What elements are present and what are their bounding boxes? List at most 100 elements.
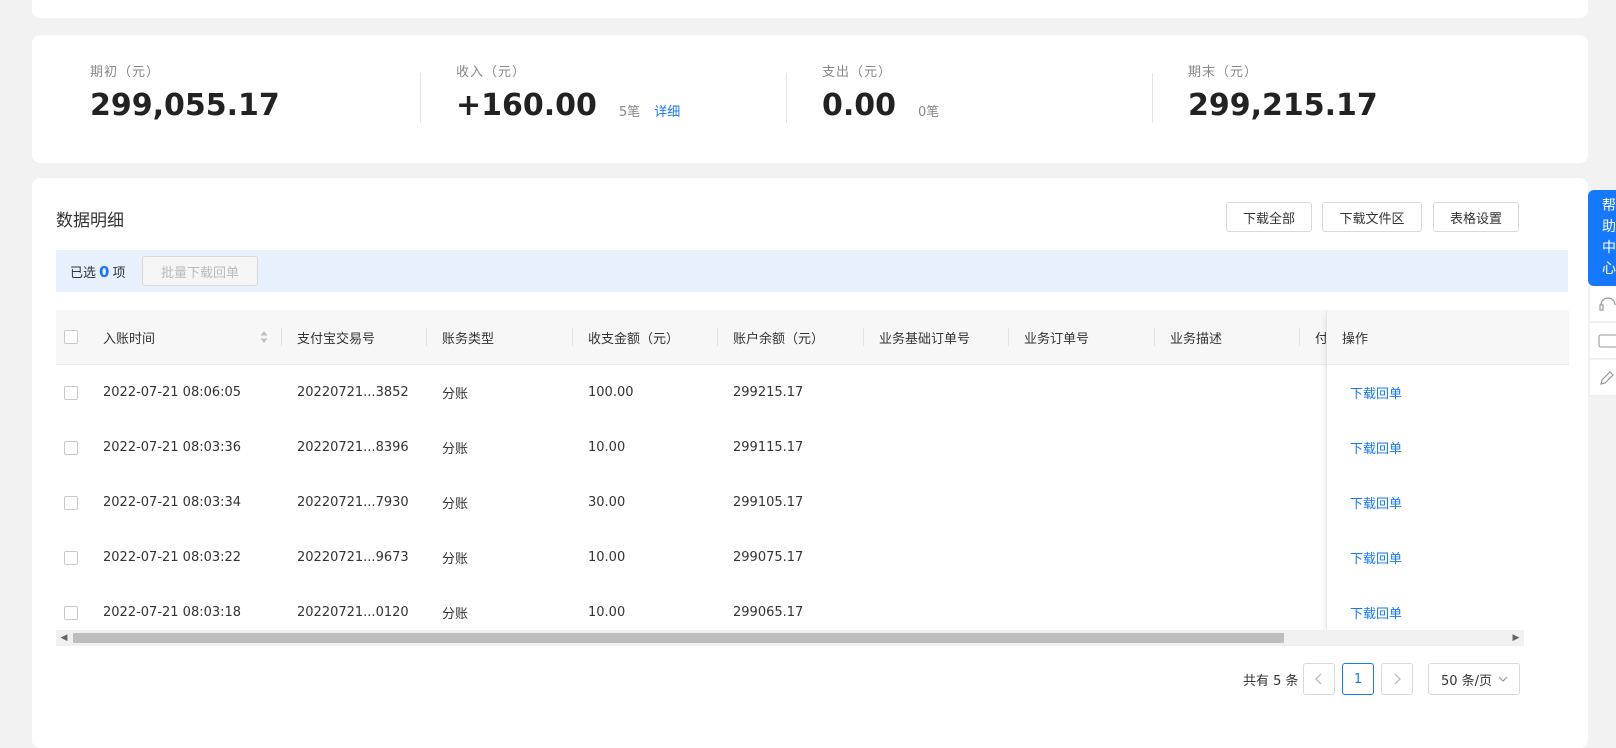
row-checkbox[interactable] — [64, 420, 78, 475]
help-center-char: 帮 — [1602, 198, 1616, 214]
sort-icon[interactable] — [260, 330, 268, 344]
download-receipt-link[interactable]: 下载回单 — [1350, 365, 1402, 420]
cell-time: 2022-07-21 08:06:05 — [103, 385, 242, 400]
cell-trade-no: 20220721...3852 — [297, 385, 409, 400]
stat-opening-label: 期初（元） — [90, 65, 161, 80]
column-separator[interactable] — [572, 328, 573, 346]
action-cell: 下载回单 — [1327, 365, 1569, 421]
column-separator[interactable] — [426, 328, 427, 346]
col-header-action: 操作 — [1342, 331, 1369, 347]
help-center-char: 中 — [1602, 240, 1616, 256]
select-all-checkbox[interactable] — [64, 310, 78, 364]
stat-divider — [786, 73, 787, 123]
column-separator[interactable] — [281, 328, 282, 346]
stat-income-value: +160.00 — [456, 88, 597, 123]
col-header-truncated: 付 — [1315, 331, 1326, 347]
cell-amount: 30.00 — [588, 495, 626, 510]
help-center-char: 助 — [1602, 219, 1616, 235]
fixed-action-column: 操作 下载回单 下载回单 下载回单 下载回单 下载回单 — [1326, 310, 1569, 640]
cell-trade-no: 20220721...7930 — [297, 495, 409, 510]
chevron-right-icon — [1394, 673, 1401, 685]
cell-amount: 10.00 — [588, 550, 626, 565]
download-files-button[interactable]: 下载文件区 — [1322, 202, 1422, 232]
row-checkbox[interactable] — [64, 365, 78, 420]
stat-divider — [420, 73, 421, 123]
cell-type: 分账 — [442, 387, 469, 402]
col-header-amount: 收支金额（元） — [588, 331, 680, 347]
col-header-time[interactable]: 入账时间 — [103, 310, 155, 364]
cell-type: 分账 — [442, 552, 469, 567]
scrollbar-thumb[interactable] — [73, 633, 1284, 643]
stat-closing-label: 期末（元） — [1188, 65, 1259, 80]
detail-card: 数据明细 下载全部 下载文件区 表格设置 已选 0 项 批量下载回单 入账时间 支付… — [32, 178, 1588, 748]
selection-text: 已选 0 项 — [70, 262, 125, 281]
pagination-total: 共有 5 条 — [1243, 674, 1299, 689]
section-title: 数据明细 — [56, 211, 124, 231]
next-page-button[interactable] — [1381, 663, 1413, 695]
download-all-button[interactable]: 下载全部 — [1226, 202, 1312, 232]
page-size-select[interactable]: 50 条/页 — [1428, 663, 1520, 695]
new-feature-button[interactable] — [1590, 323, 1616, 359]
download-receipt-link[interactable]: 下载回单 — [1350, 530, 1402, 585]
page-size-value: 50 条/页 — [1441, 673, 1493, 689]
headset-icon — [1599, 296, 1616, 311]
column-separator[interactable] — [1008, 328, 1009, 346]
stat-expense-value: 0.00 — [822, 88, 897, 123]
top-card — [32, 0, 1588, 18]
cell-amount: 100.00 — [588, 385, 634, 400]
cell-type: 分账 — [442, 497, 469, 512]
help-center-tab[interactable]: 帮 助 中 心 — [1588, 190, 1616, 286]
stat-opening: 期初（元） 299,055.17 — [90, 61, 280, 124]
cell-time: 2022-07-21 08:03:36 — [103, 440, 242, 455]
col-header-balance: 账户余额（元） — [733, 331, 825, 347]
cell-trade-no: 20220721...9673 — [297, 550, 409, 565]
col-header-type: 账务类型 — [442, 331, 495, 347]
cell-time: 2022-07-21 08:03:34 — [103, 495, 242, 510]
cell-balance: 299215.17 — [733, 385, 804, 400]
chevron-down-icon — [1498, 676, 1508, 682]
stat-closing: 期末（元） 299,215.17 — [1188, 61, 1378, 124]
column-separator[interactable] — [1299, 328, 1300, 346]
column-separator[interactable] — [717, 328, 718, 346]
help-center-char: 心 — [1602, 261, 1616, 277]
stat-opening-value: 299,055.17 — [90, 88, 280, 123]
income-detail-link[interactable]: 详细 — [654, 101, 680, 120]
stat-expense-label: 支出（元） — [822, 65, 893, 80]
download-receipt-link[interactable]: 下载回单 — [1350, 420, 1402, 475]
scroll-left-arrow-icon[interactable]: ◀ — [58, 630, 70, 646]
cell-time: 2022-07-21 08:03:22 — [103, 550, 242, 565]
prev-page-button[interactable] — [1303, 663, 1335, 695]
cell-balance: 299075.17 — [733, 550, 804, 565]
action-header-cell: 操作 — [1327, 310, 1569, 365]
scroll-right-arrow-icon[interactable]: ▶ — [1510, 630, 1522, 646]
new-badge-icon — [1598, 333, 1616, 348]
action-cell: 下载回单 — [1327, 530, 1569, 586]
stat-expense-count: 0笔 — [918, 105, 940, 120]
row-checkbox[interactable] — [64, 530, 78, 585]
col-header-description: 业务描述 — [1170, 331, 1223, 347]
row-checkbox[interactable] — [64, 475, 78, 530]
stat-divider — [1152, 73, 1153, 123]
cell-type: 分账 — [442, 442, 469, 457]
action-cell: 下载回单 — [1327, 420, 1569, 476]
page-button-current[interactable]: 1 — [1342, 663, 1374, 695]
column-separator[interactable] — [863, 328, 864, 346]
col-header-trade-no: 支付宝交易号 — [297, 331, 376, 347]
stat-income: 收入（元） +160.00 5笔 详细 — [456, 61, 680, 124]
col-header-order: 业务订单号 — [1024, 331, 1090, 347]
summary-card: 期初（元） 299,055.17 收入（元） +160.00 5笔 详细 支出（… — [32, 35, 1588, 163]
cell-trade-no: 20220721...8396 — [297, 440, 409, 455]
batch-download-button[interactable]: 批量下载回单 — [142, 256, 258, 286]
horizontal-scrollbar[interactable]: ◀ ▶ — [56, 630, 1524, 646]
selection-bar: 已选 0 项 批量下载回单 — [56, 250, 1568, 292]
action-cell: 下载回单 — [1327, 475, 1569, 531]
table-settings-button[interactable]: 表格设置 — [1433, 202, 1519, 232]
download-receipt-link[interactable]: 下载回单 — [1350, 475, 1402, 530]
stat-income-label: 收入（元） — [456, 65, 527, 80]
cell-amount: 10.00 — [588, 440, 626, 455]
selection-prefix: 已选 — [70, 266, 97, 281]
column-separator[interactable] — [1154, 328, 1155, 346]
cell-balance: 299115.17 — [733, 440, 804, 455]
customer-service-button[interactable] — [1590, 286, 1616, 322]
feedback-button[interactable] — [1590, 360, 1616, 396]
